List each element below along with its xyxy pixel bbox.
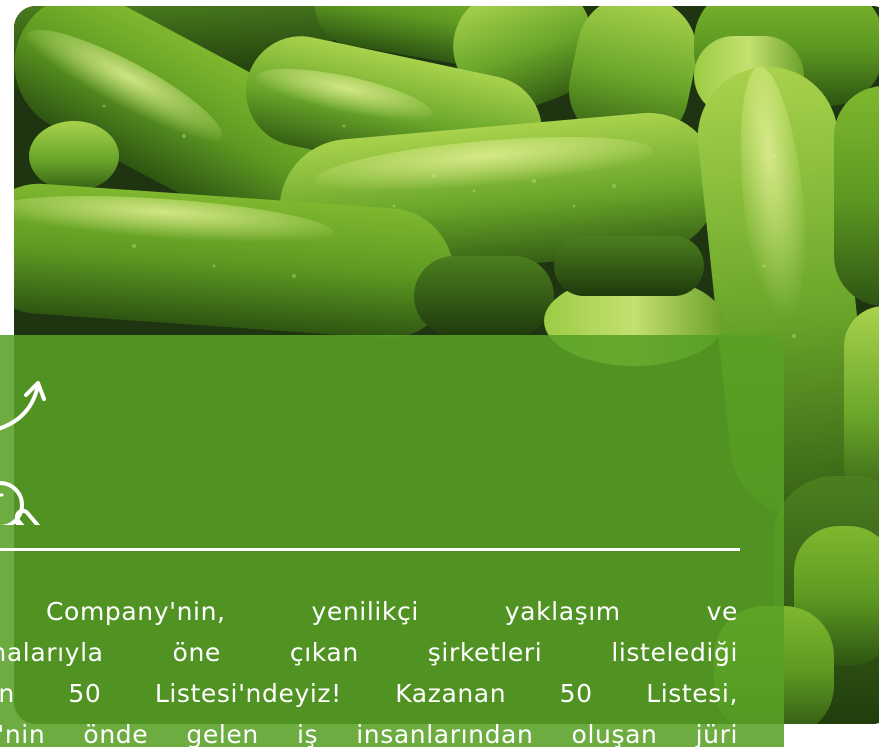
page: Company'nin, yenilikçi yaklaşım ve amala…: [0, 0, 879, 747]
text-line: ye'nin önde gelen iş insanlarından oluşa…: [0, 720, 738, 747]
growth-search-icon: [0, 375, 70, 550]
text-line: nan 50 Listesi'ndeyiz! Kazanan 50 Listes…: [0, 679, 738, 708]
info-card: Company'nin, yenilikçi yaklaşım ve amala…: [0, 335, 784, 747]
divider-line: [0, 548, 740, 551]
text-line: amalarıyla öne çıkan şirketleri listeled…: [0, 638, 738, 667]
text-line: Company'nin, yenilikçi yaklaşım ve: [46, 597, 738, 626]
description-text: Company'nin, yenilikçi yaklaşım ve amala…: [0, 591, 738, 747]
